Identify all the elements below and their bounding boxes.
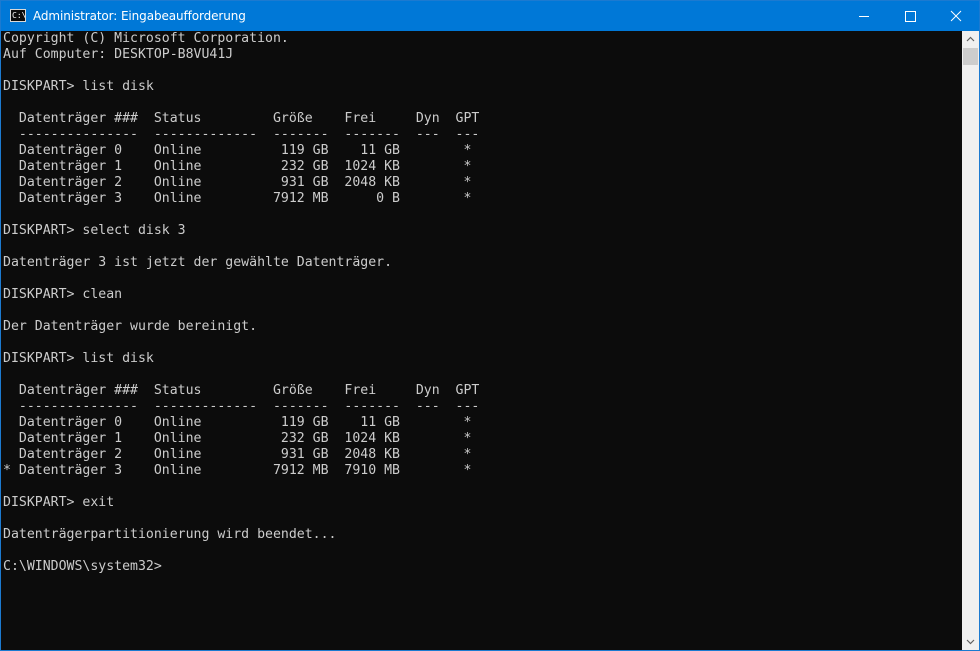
scroll-thumb[interactable] (963, 48, 978, 65)
console-line: DISKPART> list disk (3, 351, 154, 366)
console-line: --------------- ------------- ------- --… (3, 399, 480, 414)
window-title: Administrator: Eingabeaufforderung (33, 9, 246, 23)
console-line: Der Datenträger wurde bereinigt. (3, 319, 258, 334)
console-line: Datenträger 1 Online 232 GB 1024 KB * (3, 159, 472, 174)
console-line: Datenträger 1 Online 232 GB 1024 KB * (3, 431, 472, 446)
console-line: Datenträger 3 ist jetzt der gewählte Dat… (3, 255, 393, 270)
console-line: Copyright (C) Microsoft Corporation. (3, 31, 289, 46)
console-line: Datenträger ### Status Größe Frei Dyn GP… (3, 111, 480, 126)
console-line: DISKPART> exit (3, 495, 115, 510)
chevron-up-icon (966, 36, 975, 42)
console-line: Datenträger 2 Online 931 GB 2048 KB * (3, 175, 472, 190)
minimize-button[interactable] (841, 1, 887, 31)
title-bar[interactable]: C:\ Administrator: Eingabeaufforderung (1, 1, 979, 31)
maximize-button[interactable] (887, 1, 933, 31)
console-text: Copyright (C) Microsoft Corporation. Auf… (1, 31, 962, 575)
console-line: Datenträger ### Status Größe Frei Dyn GP… (3, 383, 480, 398)
scroll-down-button[interactable] (962, 633, 979, 650)
console-line: --------------- ------------- ------- --… (3, 127, 480, 142)
vertical-scrollbar[interactable] (962, 31, 979, 650)
chevron-down-icon (966, 639, 975, 645)
console-line: Datenträger 2 Online 931 GB 2048 KB * (3, 447, 472, 462)
console-line: * Datenträger 3 Online 7912 MB 7910 MB * (3, 463, 472, 478)
console-line: DISKPART> select disk 3 (3, 223, 186, 238)
cmd-icon: C:\ (10, 9, 26, 22)
console-line: Datenträger 3 Online 7912 MB 0 B * (3, 191, 472, 206)
console-line: Auf Computer: DESKTOP-B8VU41J (3, 47, 234, 62)
console-line: Datenträger 0 Online 119 GB 11 GB * (3, 415, 472, 430)
cmd-window: C:\ Administrator: Eingabeaufforderung C… (0, 0, 980, 651)
close-button[interactable] (933, 1, 979, 31)
console-line: DISKPART> clean (3, 287, 123, 302)
console-line: C:\WINDOWS\system32> (3, 559, 162, 574)
console-output[interactable]: Copyright (C) Microsoft Corporation. Auf… (1, 31, 962, 650)
scroll-up-button[interactable] (962, 31, 979, 48)
console-line: Datenträgerpartitionierung wird beendet.… (3, 527, 337, 542)
minimize-icon (859, 16, 869, 17)
close-icon (950, 10, 962, 22)
console-line: DISKPART> list disk (3, 79, 154, 94)
maximize-icon (905, 11, 916, 22)
console-line: Datenträger 0 Online 119 GB 11 GB * (3, 143, 472, 158)
